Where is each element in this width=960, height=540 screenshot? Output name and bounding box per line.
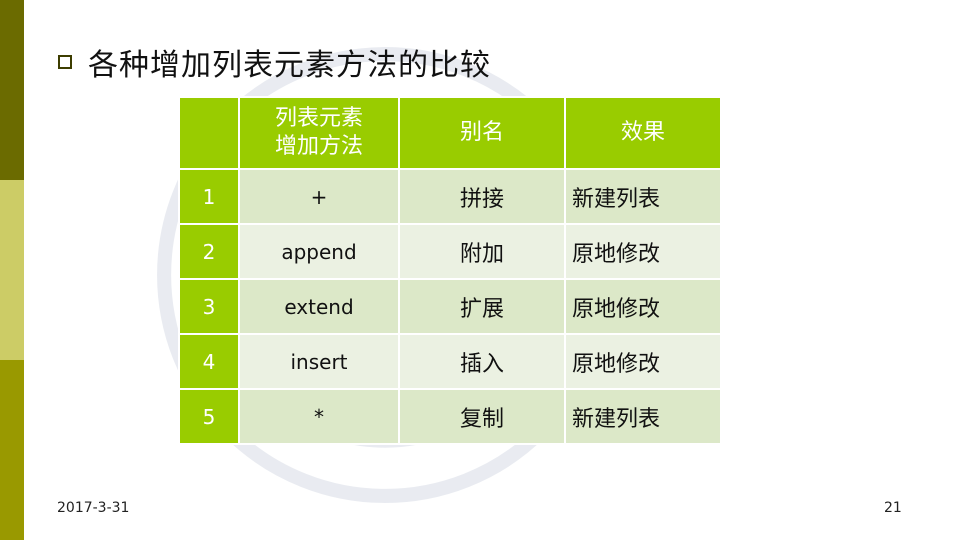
sidebar-decoration (0, 0, 24, 540)
row-effect: 原地修改 (564, 223, 722, 280)
footer-date: 2017-3-31 (57, 500, 130, 516)
row-method: * (238, 388, 400, 445)
table-row: 2 append 附加 原地修改 (178, 223, 722, 280)
hollow-square-bullet-icon (58, 55, 72, 69)
row-alias: 复制 (398, 388, 566, 445)
row-effect: 原地修改 (564, 278, 722, 335)
header-method: 列表元素 增加方法 (238, 96, 400, 170)
row-alias: 扩展 (398, 278, 566, 335)
row-method: + (238, 168, 400, 225)
header-effect: 效果 (564, 96, 722, 170)
slide-title: 各种增加列表元素方法的比较 (88, 48, 491, 83)
row-alias: 插入 (398, 333, 566, 390)
row-index: 3 (178, 278, 240, 335)
header-index (178, 96, 240, 170)
table-row: 5 * 复制 新建列表 (178, 388, 722, 445)
header-alias: 别名 (398, 96, 566, 170)
sidebar-segment-middle (0, 180, 24, 360)
table-header-row: 列表元素 增加方法 别名 效果 (178, 96, 722, 170)
header-method-label: 列表元素 增加方法 (274, 106, 363, 159)
sidebar-segment-bottom (0, 360, 24, 540)
slide-title-row: 各种增加列表元素方法的比较 (58, 42, 491, 83)
table-row: 3 extend 扩展 原地修改 (178, 278, 722, 335)
row-alias: 拼接 (398, 168, 566, 225)
page-number: 21 (884, 500, 902, 516)
sidebar-segment-top (0, 0, 24, 180)
row-effect: 新建列表 (564, 388, 722, 445)
comparison-table: 列表元素 增加方法 别名 效果 1 + 拼接 新建列表 2 append 附加 … (178, 96, 722, 445)
row-index: 1 (178, 168, 240, 225)
row-index: 2 (178, 223, 240, 280)
row-effect: 新建列表 (564, 168, 722, 225)
table-row: 1 + 拼接 新建列表 (178, 168, 722, 225)
table-row: 4 insert 插入 原地修改 (178, 333, 722, 390)
row-index: 5 (178, 388, 240, 445)
row-method: append (238, 223, 400, 280)
row-alias: 附加 (398, 223, 566, 280)
row-method: insert (238, 333, 400, 390)
row-effect: 原地修改 (564, 333, 722, 390)
row-index: 4 (178, 333, 240, 390)
row-method: extend (238, 278, 400, 335)
